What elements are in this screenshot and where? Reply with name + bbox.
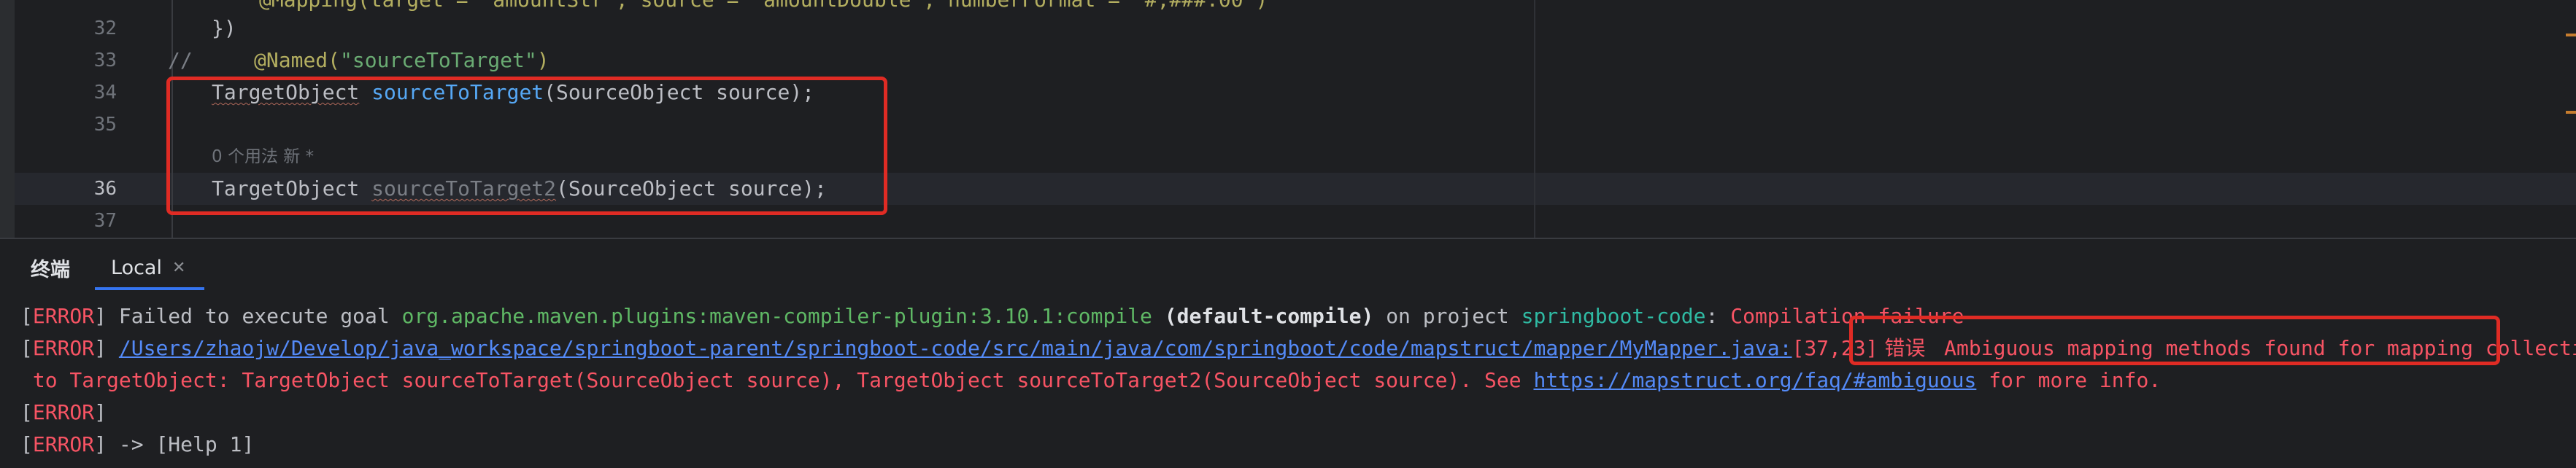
terminal-title[interactable]: 终端 [31, 254, 70, 282]
console-line: [ERROR] Failed to execute goal org.apach… [20, 304, 1964, 328]
code-editor[interactable]: @Mapping(target = "amountStr", source = … [0, 0, 2576, 238]
highlight-annotation-box [166, 77, 887, 215]
console-line: to TargetObject: TargetObject sourceToTa… [20, 368, 2162, 392]
faq-link[interactable]: https://mapstruct.org/faq/#ambiguous [1533, 368, 1976, 392]
line-number: 35 [93, 114, 117, 136]
scrollbar-marker[interactable] [2566, 111, 2576, 114]
code-line-31: @Mapping(target = "amountStr", source = … [259, 0, 1268, 16]
terminal-tab-bar: 终端 Local ✕ [0, 239, 2576, 296]
left-strip [0, 0, 15, 238]
line-number: 34 [93, 82, 117, 104]
line-number: 37 [93, 210, 117, 232]
file-path-link[interactable]: /Users/zhaojw/Develop/java_workspace/spr… [119, 336, 1792, 360]
right-margin-guide [1534, 0, 1535, 238]
tab-local[interactable]: Local ✕ [95, 248, 201, 287]
console-line: [ERROR] -> [Help 1] [20, 432, 255, 456]
active-tab-indicator [95, 287, 204, 290]
code-line-33[interactable]: // @Named("sourceToTarget") [168, 44, 549, 77]
line-number: 33 [93, 50, 117, 71]
line-number-current: 36 [93, 178, 117, 200]
close-icon[interactable]: ✕ [172, 259, 185, 277]
line-number: 32 [93, 17, 117, 39]
code-line-32[interactable]: }) [212, 12, 236, 44]
console-line: [ERROR] [20, 400, 107, 424]
error-highlight-box [1849, 316, 2500, 365]
scrollbar-marker[interactable] [2566, 34, 2576, 36]
tab-local-label: Local [111, 256, 162, 279]
line-number-gutter[interactable]: 32 33 34 35 36 37 [15, 0, 117, 238]
